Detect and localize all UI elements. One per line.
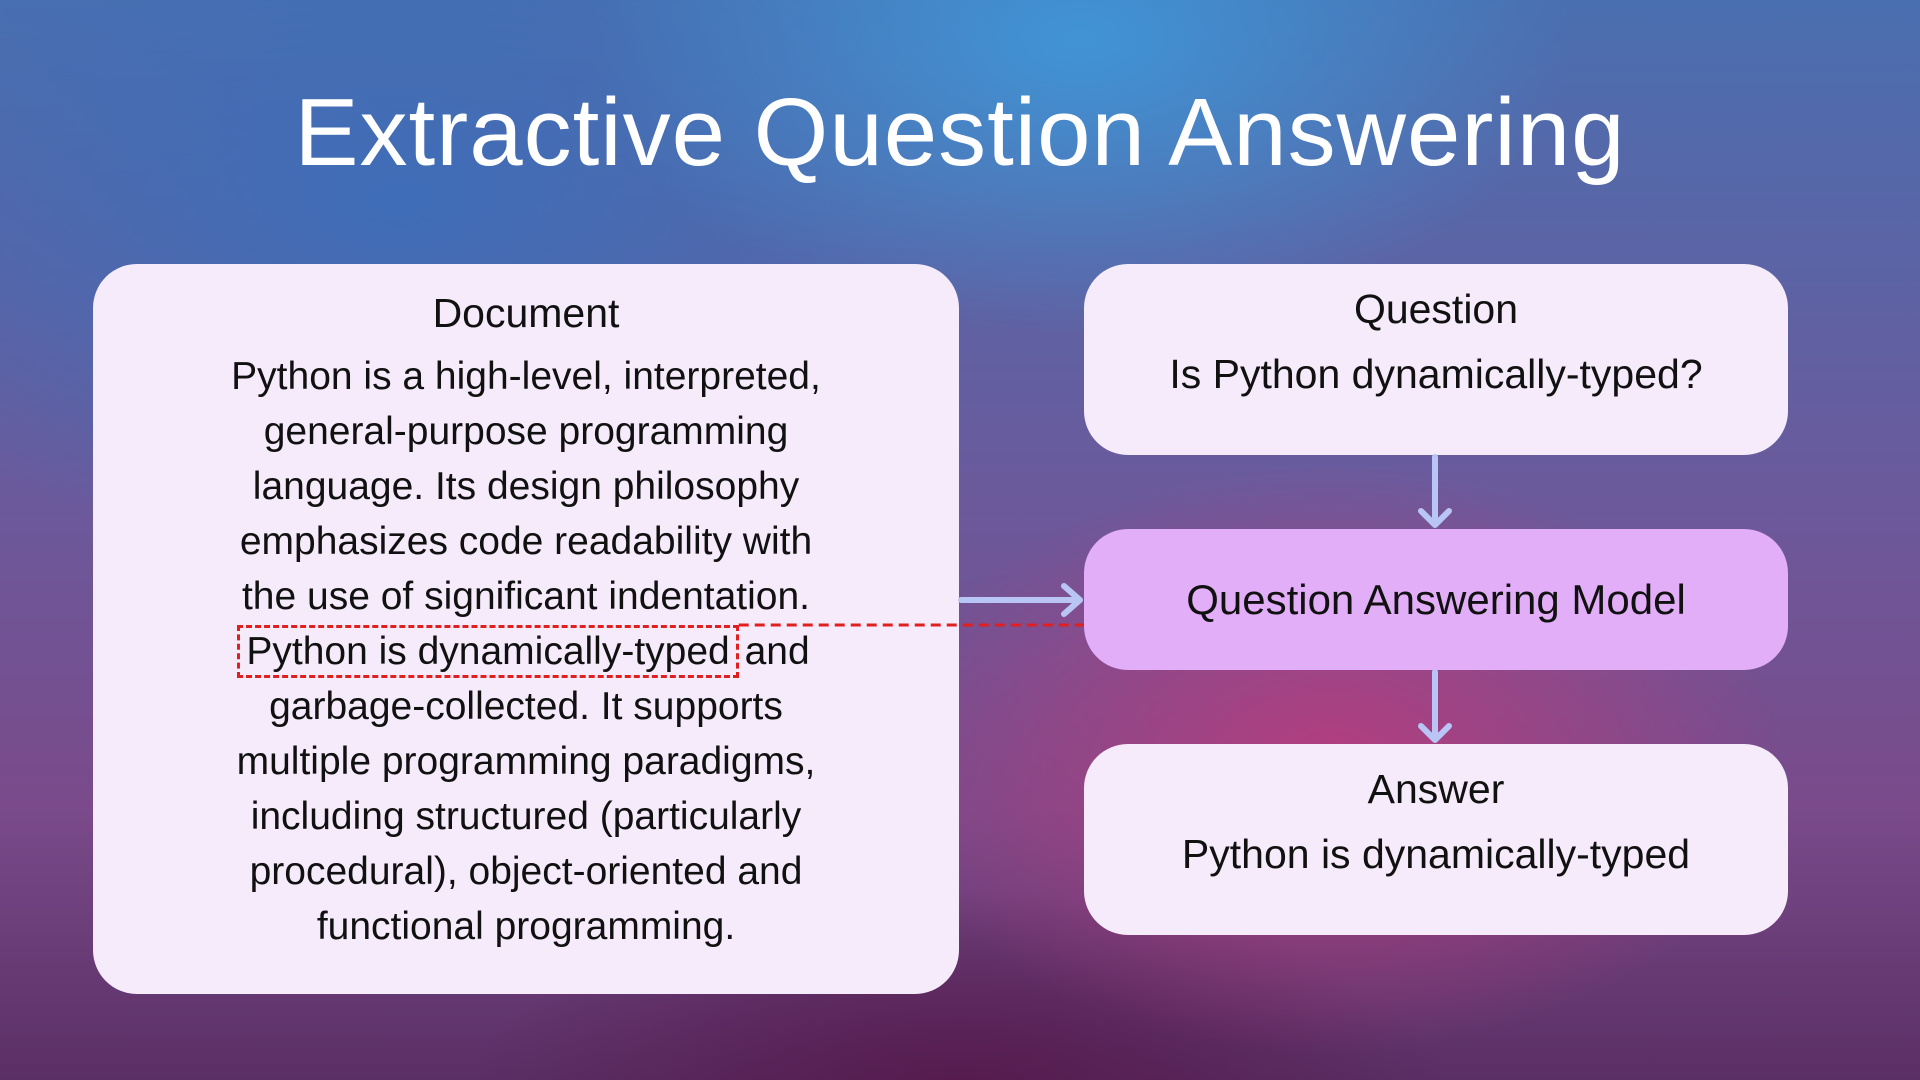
arrow-model-to-answer	[1418, 669, 1452, 743]
arrow-question-to-model	[1418, 454, 1452, 528]
arrow-document-to-model	[958, 583, 1083, 617]
connectors	[738, 454, 1452, 743]
